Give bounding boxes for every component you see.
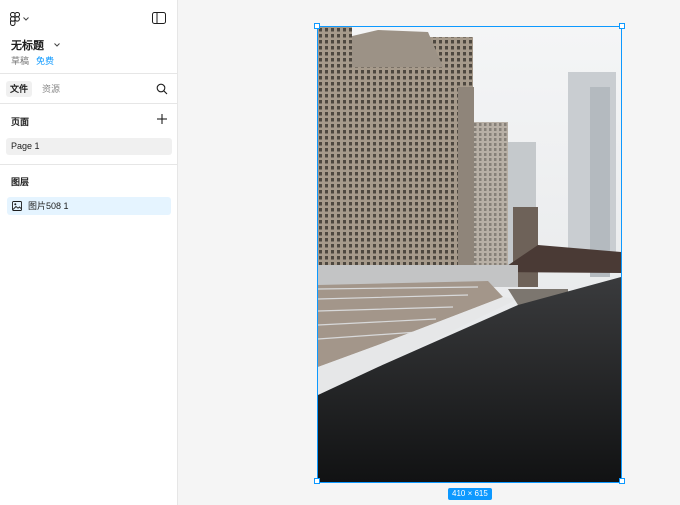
layers-heading: 图层 xyxy=(11,177,30,187)
chevron-down-icon xyxy=(23,17,29,21)
resize-handle-bottom-right[interactable] xyxy=(619,478,625,484)
pages-heading: 页面 xyxy=(11,117,30,127)
file-name-label: 无标题 xyxy=(11,40,44,52)
image-icon xyxy=(12,201,22,211)
divider xyxy=(0,164,178,165)
tab-assets[interactable]: 资源 xyxy=(38,81,64,97)
plus-icon[interactable] xyxy=(156,113,168,125)
tab-file[interactable]: 文件 xyxy=(6,81,33,97)
file-meta: 草稿 免费 xyxy=(11,54,54,67)
plan-badge[interactable]: 免费 xyxy=(36,54,54,67)
draft-label: 草稿 xyxy=(11,56,30,66)
resize-handle-top-left[interactable] xyxy=(314,23,320,29)
search-icon[interactable] xyxy=(156,83,168,95)
file-header: 无标题 草稿 免费 xyxy=(0,0,178,74)
sidebar-toggle-icon[interactable] xyxy=(152,12,166,24)
page-item[interactable]: Page 1 xyxy=(6,138,172,155)
resize-handle-top-right[interactable] xyxy=(619,23,625,29)
file-name-button[interactable]: 无标题 xyxy=(11,37,60,53)
layer-label: 图片508 1 xyxy=(28,201,69,211)
city-river-photo xyxy=(318,27,621,482)
main-menu-button[interactable] xyxy=(10,11,36,27)
layer-item[interactable]: 图片508 1 xyxy=(7,197,171,215)
left-sidebar: 无标题 草稿 免费 文件 资源 页面 Page 1 图层 图片508 1 xyxy=(0,0,178,505)
canvas[interactable]: 410 × 615 xyxy=(179,0,680,505)
image-frame[interactable] xyxy=(318,27,621,482)
figma-logo-icon xyxy=(10,12,20,26)
panel-tabs: 文件 资源 xyxy=(0,75,178,104)
dimension-badge: 410 × 615 xyxy=(448,488,492,500)
resize-handle-bottom-left[interactable] xyxy=(314,478,320,484)
chevron-down-icon xyxy=(54,43,60,47)
